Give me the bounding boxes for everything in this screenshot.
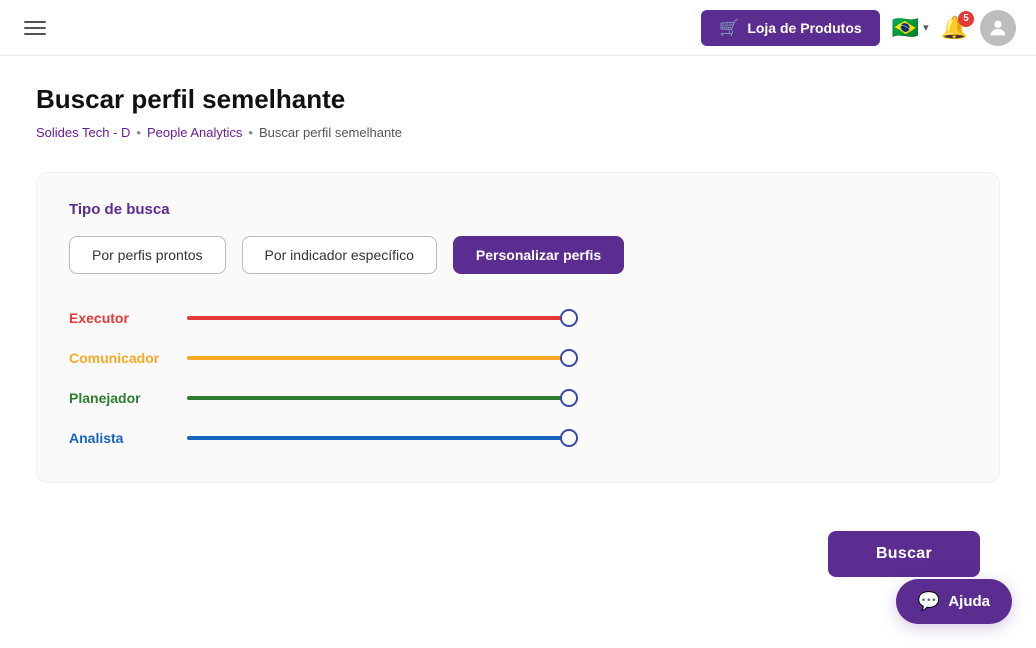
ajuda-button[interactable]: 💬 Ajuda <box>896 579 1012 624</box>
btn-perfis-prontos[interactable]: Por perfis prontos <box>69 236 226 274</box>
slider-row-analista: Analista <box>69 430 569 446</box>
language-selector[interactable]: 🇧🇷 ▾ <box>892 15 929 41</box>
page-title: Buscar perfil semelhante <box>36 84 1000 115</box>
search-type-buttons: Por perfis prontos Por indicador específ… <box>69 236 967 274</box>
slider-label-planejador: Planejador <box>69 390 169 406</box>
breadcrumb: Solides Tech - D • People Analytics • Bu… <box>36 125 1000 140</box>
sliders-section: Executor Comunicador Planejador Analista <box>69 310 569 446</box>
breadcrumb-dot-1: • <box>136 125 141 140</box>
slider-track-comunicador <box>187 356 569 360</box>
slider-thumb-analista[interactable] <box>560 429 578 447</box>
slider-label-comunicador: Comunicador <box>69 350 169 366</box>
slider-label-analista: Analista <box>69 430 169 446</box>
slider-thumb-executor[interactable] <box>560 309 578 327</box>
slider-row-planejador: Planejador <box>69 390 569 406</box>
section-label: Tipo de busca <box>69 201 967 218</box>
btn-personalizar-perfis[interactable]: Personalizar perfis <box>453 236 624 274</box>
notifications-button[interactable]: 🔔 5 <box>941 15 968 41</box>
avatar[interactable] <box>980 10 1016 46</box>
notification-badge: 5 <box>958 11 974 27</box>
slider-thumb-comunicador[interactable] <box>560 349 578 367</box>
slider-track-executor <box>187 316 569 320</box>
shop-button-label: Loja de Produtos <box>747 20 861 36</box>
slider-row-comunicador: Comunicador <box>69 350 569 366</box>
breadcrumb-dot-2: • <box>248 125 253 140</box>
header-right: 🛒 Loja de Produtos 🇧🇷 ▾ 🔔 5 <box>701 10 1016 46</box>
btn-indicador-especifico[interactable]: Por indicador específico <box>242 236 437 274</box>
chevron-down-icon: ▾ <box>923 21 929 34</box>
search-card: Tipo de busca Por perfis prontos Por ind… <box>36 172 1000 483</box>
slider-track-planejador <box>187 396 569 400</box>
slider-thumb-planejador[interactable] <box>560 389 578 407</box>
breadcrumb-current: Buscar perfil semelhante <box>259 125 402 140</box>
slider-track-analista <box>187 436 569 440</box>
breadcrumb-link-solides[interactable]: Solides Tech - D <box>36 125 130 140</box>
slider-row-executor: Executor <box>69 310 569 326</box>
main-content: Buscar perfil semelhante Solides Tech - … <box>0 56 1036 617</box>
breadcrumb-link-people-analytics[interactable]: People Analytics <box>147 125 242 140</box>
header: 🛒 Loja de Produtos 🇧🇷 ▾ 🔔 5 <box>0 0 1036 56</box>
ajuda-label: Ajuda <box>948 593 990 610</box>
buscar-button[interactable]: Buscar <box>828 531 980 577</box>
cart-icon: 🛒 <box>719 18 739 38</box>
hamburger-menu[interactable] <box>20 17 50 39</box>
flag-icon: 🇧🇷 <box>892 15 919 41</box>
buscar-row: Buscar <box>36 531 1000 577</box>
chat-icon: 💬 <box>918 591 940 612</box>
slider-label-executor: Executor <box>69 310 169 326</box>
shop-button[interactable]: 🛒 Loja de Produtos <box>701 10 879 46</box>
